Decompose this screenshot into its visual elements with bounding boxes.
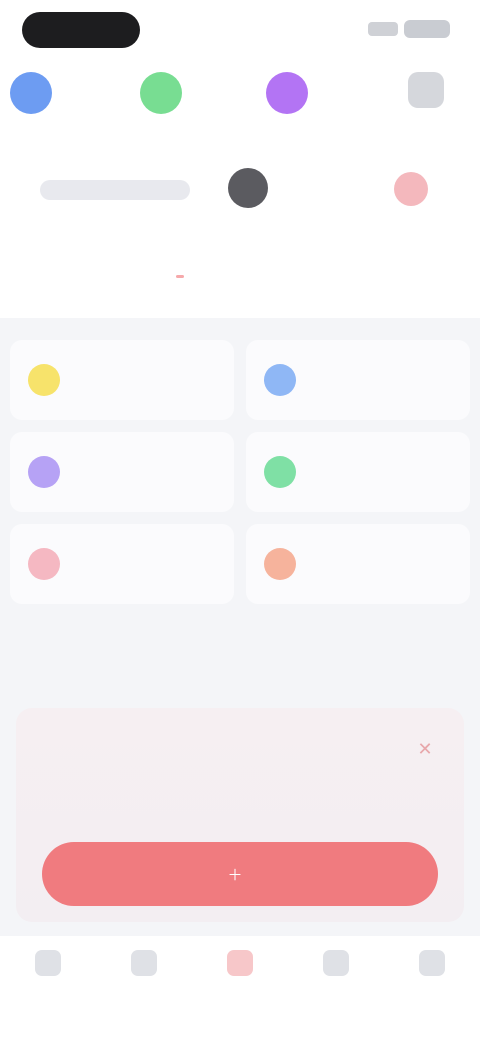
heart-icon <box>28 548 60 580</box>
nav-item-3[interactable] <box>205 950 275 984</box>
home-icon <box>35 950 61 976</box>
message-icon <box>323 950 349 976</box>
more-icon <box>408 72 444 108</box>
plus-icon: ＋ <box>227 866 243 884</box>
status-icons <box>368 20 450 38</box>
profile-icon <box>419 950 445 976</box>
service-grid <box>10 340 470 604</box>
service-card-3[interactable] <box>10 432 234 512</box>
nav-item-2[interactable] <box>109 950 179 984</box>
tab-1[interactable] <box>50 252 70 276</box>
avatar[interactable] <box>228 168 268 208</box>
location-picker[interactable] <box>40 180 190 200</box>
service-card-5[interactable] <box>10 524 234 604</box>
category-2-icon <box>140 72 182 114</box>
tab-4[interactable] <box>410 252 430 276</box>
filter-row <box>0 162 480 222</box>
check-icon <box>264 456 296 488</box>
category-3-icon <box>266 72 308 114</box>
document-icon <box>28 456 60 488</box>
nav-item-4[interactable] <box>301 950 371 984</box>
grid-icon <box>131 950 157 976</box>
info-icon <box>264 364 296 396</box>
promo-action-button[interactable]: ＋ <box>42 842 438 906</box>
flame-icon <box>264 548 296 580</box>
category-1-icon <box>10 72 52 114</box>
bottom-navigation <box>0 936 480 1040</box>
tab-2[interactable] <box>170 252 190 278</box>
category-item-3[interactable] <box>266 72 376 114</box>
dynamic-island <box>22 12 140 48</box>
center-tab-icon <box>227 950 253 976</box>
nav-item-5[interactable] <box>397 950 467 984</box>
promo-card: ✕ ＋ <box>16 708 464 922</box>
tab-bar <box>0 252 480 308</box>
notification-icon[interactable] <box>394 172 428 206</box>
battery-icon <box>404 20 450 38</box>
service-card-2[interactable] <box>246 340 470 420</box>
category-row <box>0 72 480 128</box>
signal-icon <box>368 22 398 36</box>
nav-item-1[interactable] <box>13 950 83 984</box>
close-icon[interactable]: ✕ <box>412 736 438 762</box>
category-item-4[interactable] <box>408 72 480 108</box>
category-item-1[interactable] <box>10 72 120 114</box>
category-item-2[interactable] <box>140 72 250 114</box>
service-card-1[interactable] <box>10 340 234 420</box>
service-card-6[interactable] <box>246 524 470 604</box>
top-area <box>0 0 480 318</box>
star-icon <box>28 364 60 396</box>
tab-3[interactable] <box>290 252 310 276</box>
service-card-4[interactable] <box>246 432 470 512</box>
